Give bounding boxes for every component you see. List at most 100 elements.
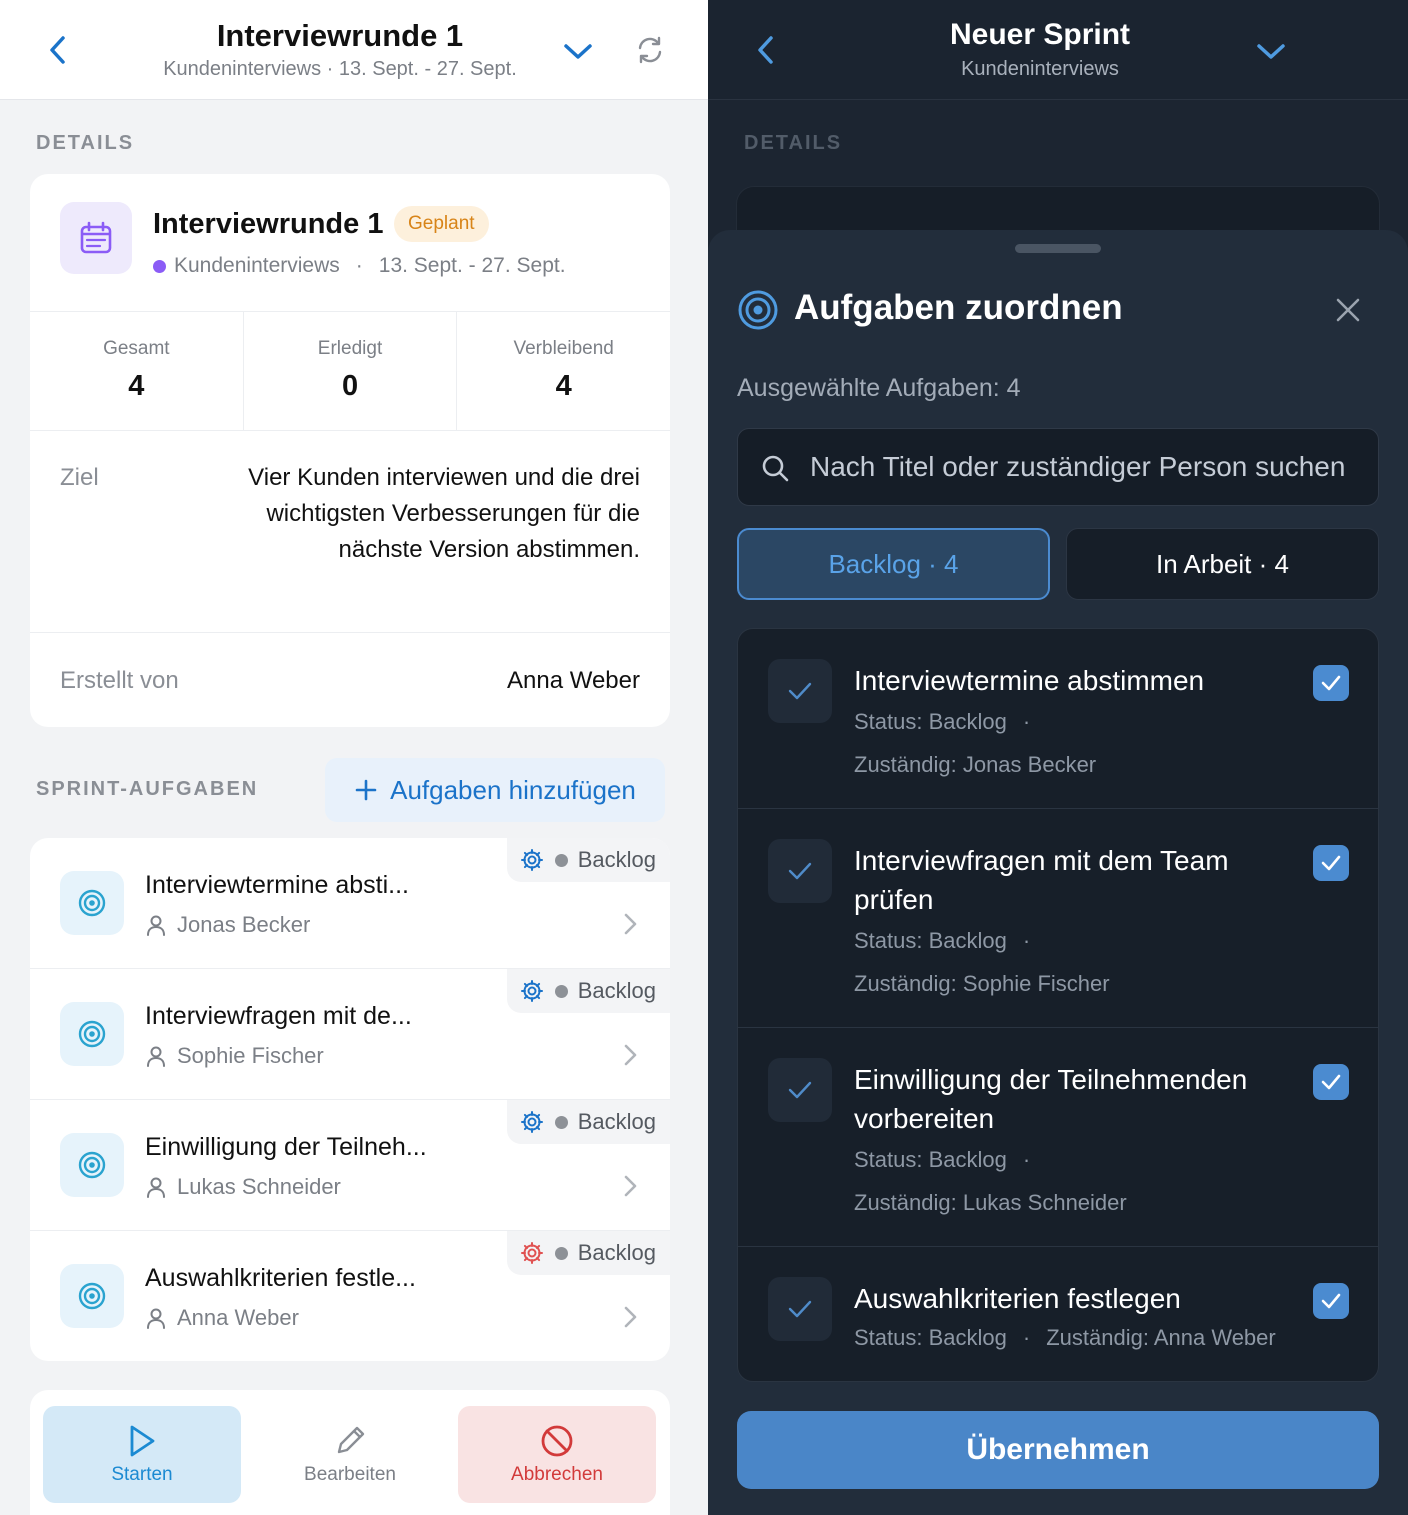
- item-title: Interviewfragen mit dem Team prüfen: [854, 845, 1229, 915]
- task-assignee: Jonas Becker: [145, 912, 310, 938]
- task-row[interactable]: Einwilligung der Teilneh... Lukas Schnei…: [30, 1100, 670, 1231]
- task-assignee: Lukas Schneider: [145, 1174, 341, 1200]
- expand-button[interactable]: [558, 32, 598, 72]
- back-button[interactable]: [746, 30, 786, 70]
- task-check-badge: [768, 1277, 832, 1341]
- page-subtitle: Kundeninterviews: [961, 58, 1119, 80]
- creator-label: Erstellt von: [60, 667, 179, 694]
- item-checkbox[interactable]: [1313, 845, 1349, 881]
- check-icon: [788, 862, 812, 880]
- item-checkbox[interactable]: [1313, 1064, 1349, 1100]
- page-title: Neuer Sprint: [949, 18, 1131, 51]
- top-bar: Interviewrunde 1 Kundeninterviews · 13. …: [0, 0, 708, 100]
- item-checkbox[interactable]: [1313, 1283, 1349, 1319]
- cancel-button[interactable]: Abbrechen: [458, 1406, 656, 1503]
- start-button[interactable]: Starten: [43, 1406, 241, 1503]
- stat-value: 4: [128, 370, 145, 402]
- status-tabs: Backlog · 4 In Arbeit · 4: [737, 528, 1379, 600]
- calendar-icon: [80, 221, 112, 254]
- checkmark-icon: [1321, 1293, 1341, 1309]
- assignee-text: Zuständig: Anna Weber: [1046, 1325, 1276, 1350]
- stat-label: Gesamt: [103, 338, 170, 359]
- item-assignee: Zuständig: Lukas Schneider: [854, 1190, 1127, 1215]
- assignee-name: Jonas Becker: [177, 912, 311, 937]
- search-field[interactable]: [737, 428, 1379, 506]
- priority-gear-icon: [519, 978, 545, 1004]
- task-status-tag: Backlog: [506, 838, 670, 882]
- task-row[interactable]: Auswahlkriterien festle... Anna Weber Ba…: [30, 1231, 670, 1361]
- target-icon: [78, 1020, 106, 1048]
- sprint-icon-box: [60, 202, 132, 274]
- expand-button[interactable]: [1251, 32, 1291, 72]
- chevron-left-icon: [50, 36, 65, 64]
- sprint-title: Interviewrunde 1: [153, 208, 384, 240]
- task-icon-box: [60, 871, 124, 935]
- close-button[interactable]: [1328, 290, 1368, 330]
- pencil-icon: [337, 1426, 365, 1453]
- search-icon: [762, 455, 789, 482]
- status-badge: Geplant: [394, 206, 489, 242]
- close-icon: [1336, 298, 1360, 322]
- page-title: Interviewrunde 1: [216, 18, 464, 53]
- checkmark-icon: [1321, 855, 1341, 871]
- top-bar: Neuer Sprint Kundeninterviews: [708, 0, 1408, 100]
- task-status-tag: Backlog: [506, 1100, 670, 1144]
- list-item[interactable]: Interviewfragen mit dem Team prüfen Stat…: [738, 809, 1378, 1028]
- task-assignee: Anna Weber: [145, 1305, 299, 1331]
- apply-button[interactable]: Übernehmen: [737, 1411, 1379, 1489]
- assignee-name: Lukas Schneider: [177, 1174, 341, 1199]
- refresh-icon: [638, 36, 662, 64]
- status-text: Status: Backlog: [854, 928, 1007, 953]
- item-checkbox[interactable]: [1313, 665, 1349, 701]
- status-label: Backlog: [577, 1109, 656, 1134]
- sprint-detail-screen: Interviewrunde 1 Kundeninterviews · 13. …: [0, 0, 708, 1515]
- list-item[interactable]: Auswahlkriterien festlegen Status: Backl…: [738, 1247, 1378, 1381]
- chevron-down-icon: [1257, 44, 1285, 59]
- status-text: Status: Backlog: [854, 1325, 1007, 1350]
- stat-value: 4: [555, 370, 572, 402]
- add-tasks-button[interactable]: Aufgaben hinzufügen: [325, 758, 665, 822]
- task-icon-box: [60, 1002, 124, 1066]
- status-dot: [554, 1115, 568, 1129]
- stat-label: Erledigt: [317, 338, 383, 359]
- edit-button[interactable]: Bearbeiten: [251, 1406, 449, 1503]
- search-input[interactable]: [810, 429, 1370, 505]
- sprint-task-list: Interviewtermine absti... Jonas Becker B…: [30, 838, 670, 1361]
- project-name: Kundeninterviews: [174, 254, 340, 277]
- tab-backlog[interactable]: Backlog · 4: [737, 528, 1050, 600]
- status-text: Status: Backlog: [854, 709, 1007, 734]
- stat-total: Gesamt 4: [30, 312, 244, 430]
- priority-gear-icon: [519, 847, 545, 873]
- status-label: Backlog: [577, 978, 656, 1003]
- sprint-stats: Gesamt 4 Erledigt 0 Verbleibend 4: [30, 311, 670, 431]
- sprint-meta: Kundeninterviews · 13. Sept. - 27. Sept.: [153, 254, 566, 278]
- list-item[interactable]: Interviewtermine abstimmen Status: Backl…: [738, 629, 1378, 809]
- back-button[interactable]: [38, 30, 78, 70]
- list-item[interactable]: Einwilligung der Teilnehmenden vorbereit…: [738, 1028, 1378, 1247]
- new-sprint-screen: Neuer Sprint Kundeninterviews DETAILS Au…: [708, 0, 1408, 1515]
- item-title: Auswahlkriterien festlegen: [854, 1283, 1181, 1314]
- priority-gear-icon: [519, 1109, 545, 1135]
- refresh-button[interactable]: [630, 30, 670, 70]
- assign-tasks-sheet: Aufgaben zuordnen Ausgewählte Aufgaben: …: [708, 230, 1408, 1515]
- assignee-name: Sophie Fischer: [177, 1043, 324, 1068]
- sprint-info-card: Interviewrunde 1 Geplant Kundeninterview…: [30, 174, 670, 727]
- task-icon-box: [60, 1264, 124, 1328]
- sprint-dates: 13. Sept. - 27. Sept.: [378, 254, 566, 277]
- stat-value: 0: [341, 370, 359, 402]
- status-text: Status: Backlog: [854, 1147, 1007, 1172]
- meta-separator: ·: [1022, 1147, 1031, 1172]
- creator-row: Erstellt von Anna Weber: [30, 632, 670, 727]
- task-row[interactable]: Interviewfragen mit de... Sophie Fischer…: [30, 969, 670, 1100]
- play-icon: [130, 1425, 155, 1456]
- sprint-tasks-section-label: SPRINT-AUFGABEN: [36, 778, 259, 800]
- tab-in-arbeit[interactable]: In Arbeit · 4: [1066, 528, 1379, 600]
- task-row[interactable]: Interviewtermine absti... Jonas Becker B…: [30, 838, 670, 969]
- chevron-right-icon: [618, 1305, 642, 1329]
- user-icon: [147, 915, 165, 936]
- stat-label: Verbleibend: [513, 338, 614, 359]
- plus-icon: [355, 779, 377, 801]
- item-title: Interviewtermine abstimmen: [854, 665, 1205, 696]
- target-icon: [738, 290, 778, 330]
- sheet-grabber[interactable]: [1015, 244, 1101, 253]
